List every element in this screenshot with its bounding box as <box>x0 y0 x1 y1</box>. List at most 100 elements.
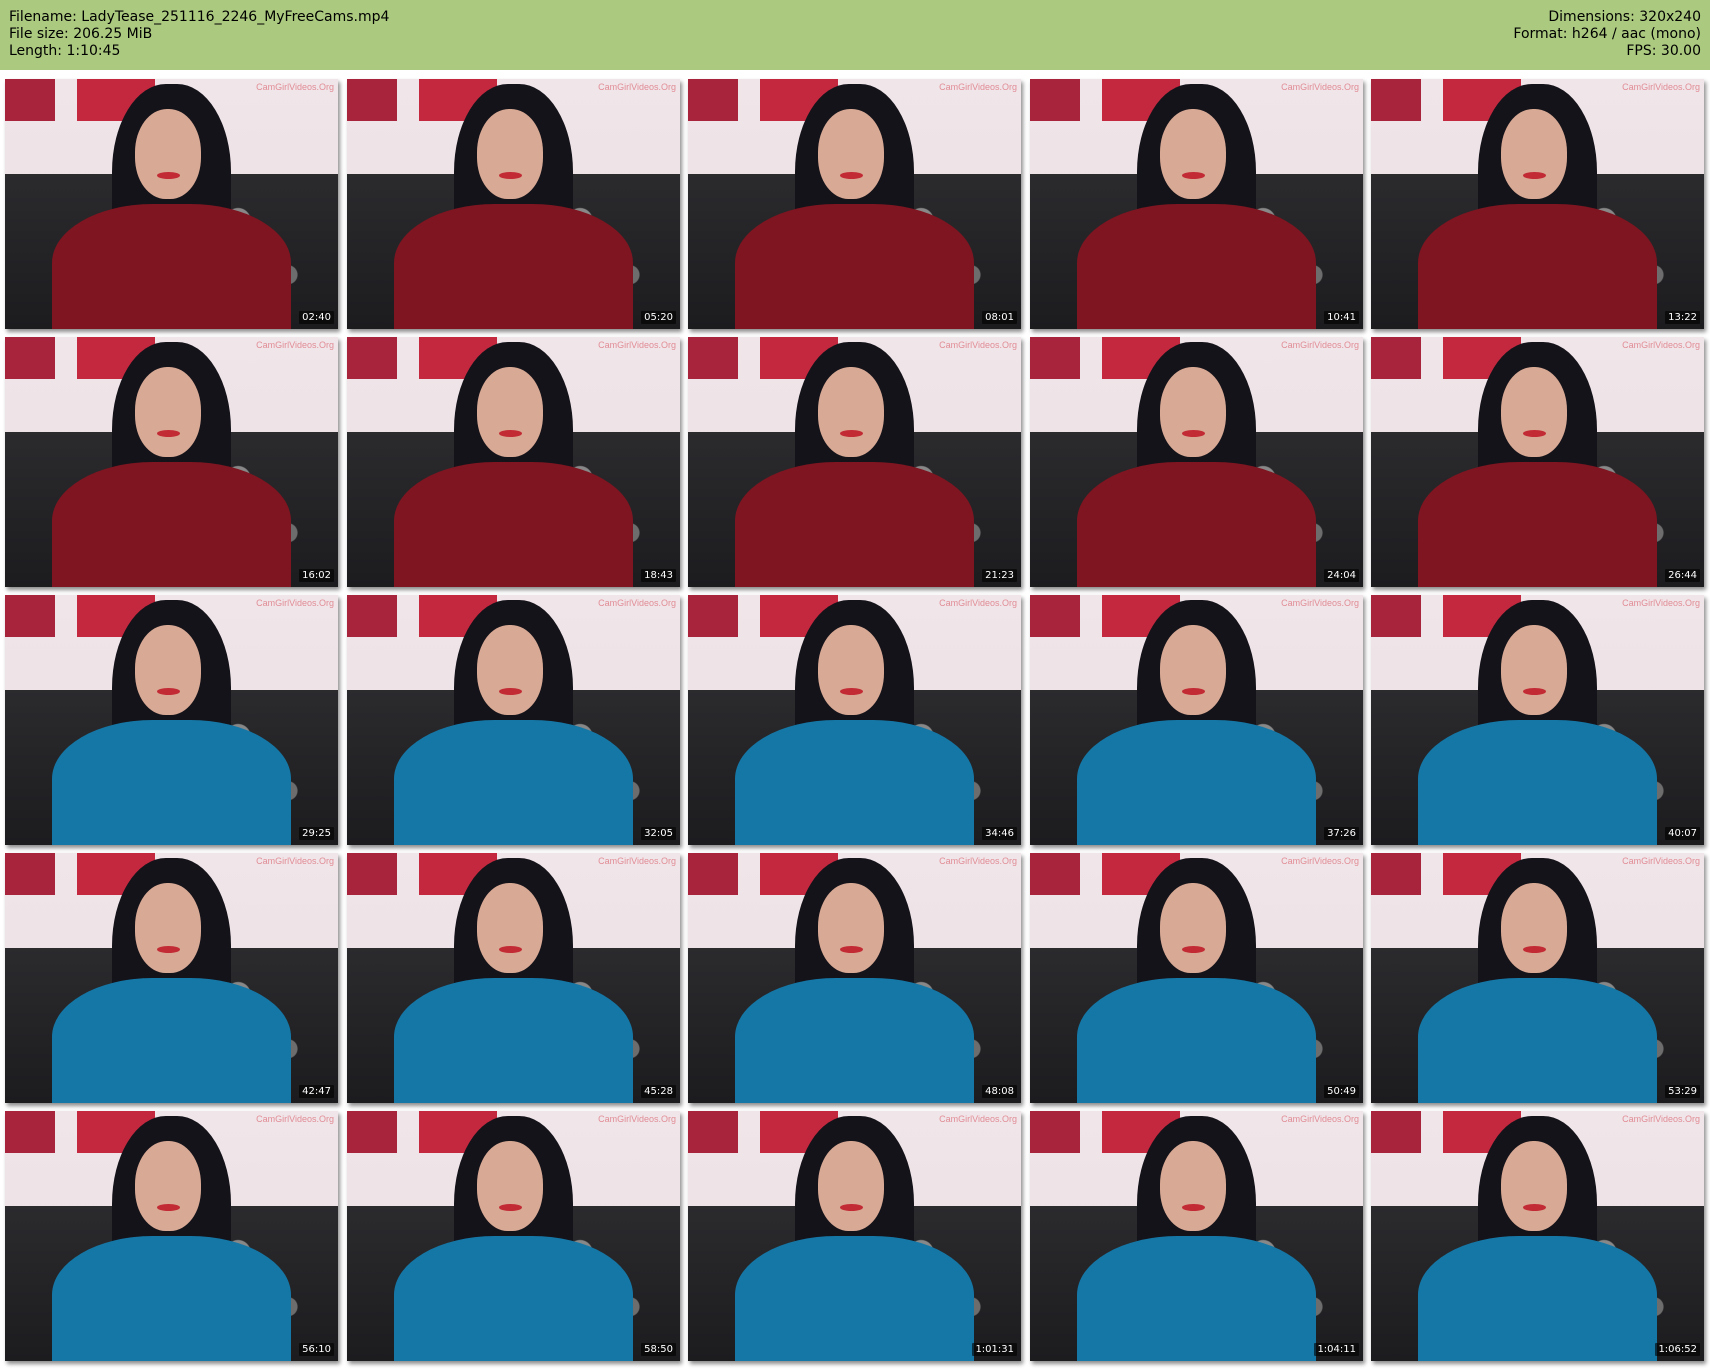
person-outfit <box>1417 204 1658 329</box>
person-outfit <box>1417 720 1658 845</box>
person-lips <box>498 1203 522 1211</box>
video-thumbnail: CamGirlVideos.Org 1:04:11 <box>1030 1111 1363 1361</box>
person-face <box>1159 367 1227 457</box>
watermark-text: CamGirlVideos.Org <box>939 82 1017 92</box>
wall-painting <box>347 853 397 895</box>
person-outfit <box>393 204 634 329</box>
person-lips <box>1181 1203 1205 1211</box>
person-lips <box>1522 945 1546 953</box>
watermark-text: CamGirlVideos.Org <box>256 598 334 608</box>
person-face <box>134 1141 202 1231</box>
video-thumbnail: CamGirlVideos.Org 29:25 <box>5 595 338 845</box>
thumbnail-timestamp: 26:44 <box>1665 569 1700 582</box>
person-outfit <box>51 462 292 587</box>
person-face <box>1500 109 1568 199</box>
fps-label: FPS: 30.00 <box>1626 43 1701 59</box>
thumbnail-timestamp: 02:40 <box>299 311 334 324</box>
wall-painting <box>5 853 55 895</box>
person-outfit <box>1417 1236 1658 1361</box>
thumbnail-timestamp: 29:25 <box>299 827 334 840</box>
video-thumbnail: CamGirlVideos.Org 56:10 <box>5 1111 338 1361</box>
wall-painting <box>688 853 738 895</box>
wall-painting <box>1371 853 1421 895</box>
person-face <box>1159 1141 1227 1231</box>
wall-painting <box>1371 79 1421 121</box>
video-thumbnail: CamGirlVideos.Org 18:43 <box>347 337 680 587</box>
watermark-text: CamGirlVideos.Org <box>1281 1114 1359 1124</box>
thumbnail-timestamp: 21:23 <box>982 569 1017 582</box>
person-outfit <box>393 720 634 845</box>
thumbnail-timestamp: 56:10 <box>299 1343 334 1356</box>
watermark-text: CamGirlVideos.Org <box>598 856 676 866</box>
person-outfit <box>1417 462 1658 587</box>
person-face <box>817 1141 885 1231</box>
person-face <box>1500 883 1568 973</box>
watermark-text: CamGirlVideos.Org <box>939 1114 1017 1124</box>
thumbnail-timestamp: 24:04 <box>1324 569 1359 582</box>
wall-painting <box>5 1111 55 1153</box>
person-lips <box>156 1203 180 1211</box>
video-thumbnail: CamGirlVideos.Org 26:44 <box>1371 337 1704 587</box>
video-thumbnail: CamGirlVideos.Org 53:29 <box>1371 853 1704 1103</box>
thumbnail-timestamp: 34:46 <box>982 827 1017 840</box>
thumbnail-timestamp: 1:01:31 <box>972 1343 1017 1356</box>
person-outfit <box>393 462 634 587</box>
video-thumbnail: CamGirlVideos.Org 32:05 <box>347 595 680 845</box>
watermark-text: CamGirlVideos.Org <box>598 1114 676 1124</box>
watermark-text: CamGirlVideos.Org <box>1622 340 1700 350</box>
person-face <box>476 109 544 199</box>
person-outfit <box>734 720 975 845</box>
watermark-text: CamGirlVideos.Org <box>598 82 676 92</box>
wall-painting <box>5 595 55 637</box>
person-outfit <box>734 204 975 329</box>
video-thumbnail: CamGirlVideos.Org 50:49 <box>1030 853 1363 1103</box>
watermark-text: CamGirlVideos.Org <box>1622 856 1700 866</box>
thumbnail-timestamp: 50:49 <box>1324 1085 1359 1098</box>
watermark-text: CamGirlVideos.Org <box>1622 82 1700 92</box>
watermark-text: CamGirlVideos.Org <box>256 1114 334 1124</box>
person-outfit <box>1076 720 1317 845</box>
video-thumbnail: CamGirlVideos.Org 21:23 <box>688 337 1021 587</box>
person-lips <box>839 429 863 437</box>
wall-painting <box>5 337 55 379</box>
person-outfit <box>734 462 975 587</box>
thumbnail-timestamp: 16:02 <box>299 569 334 582</box>
person-lips <box>1522 429 1546 437</box>
person-face <box>134 109 202 199</box>
person-face <box>1159 109 1227 199</box>
person-outfit <box>393 1236 634 1361</box>
wall-painting <box>688 595 738 637</box>
watermark-text: CamGirlVideos.Org <box>598 340 676 350</box>
person-outfit <box>51 1236 292 1361</box>
person-face <box>134 367 202 457</box>
person-outfit <box>1076 1236 1317 1361</box>
watermark-text: CamGirlVideos.Org <box>1281 340 1359 350</box>
wall-painting <box>688 337 738 379</box>
wall-painting <box>1371 595 1421 637</box>
person-outfit <box>393 978 634 1103</box>
watermark-text: CamGirlVideos.Org <box>1622 1114 1700 1124</box>
wall-painting <box>1030 79 1080 121</box>
person-face <box>817 367 885 457</box>
person-face <box>134 883 202 973</box>
person-lips <box>1522 171 1546 179</box>
watermark-text: CamGirlVideos.Org <box>1281 598 1359 608</box>
thumbnail-timestamp: 32:05 <box>641 827 676 840</box>
person-face <box>817 625 885 715</box>
person-face <box>134 625 202 715</box>
thumbnail-timestamp: 18:43 <box>641 569 676 582</box>
person-lips <box>1522 1203 1546 1211</box>
person-lips <box>498 687 522 695</box>
filesize-label: File size: 206.25 MiB <box>9 26 153 42</box>
video-thumbnail: CamGirlVideos.Org 1:06:52 <box>1371 1111 1704 1361</box>
thumbnail-timestamp: 40:07 <box>1665 827 1700 840</box>
person-face <box>1500 367 1568 457</box>
person-face <box>817 883 885 973</box>
video-thumbnail: CamGirlVideos.Org 42:47 <box>5 853 338 1103</box>
thumbnail-timestamp: 58:50 <box>641 1343 676 1356</box>
person-face <box>817 109 885 199</box>
person-lips <box>498 945 522 953</box>
person-lips <box>1181 687 1205 695</box>
watermark-text: CamGirlVideos.Org <box>939 340 1017 350</box>
person-lips <box>156 945 180 953</box>
